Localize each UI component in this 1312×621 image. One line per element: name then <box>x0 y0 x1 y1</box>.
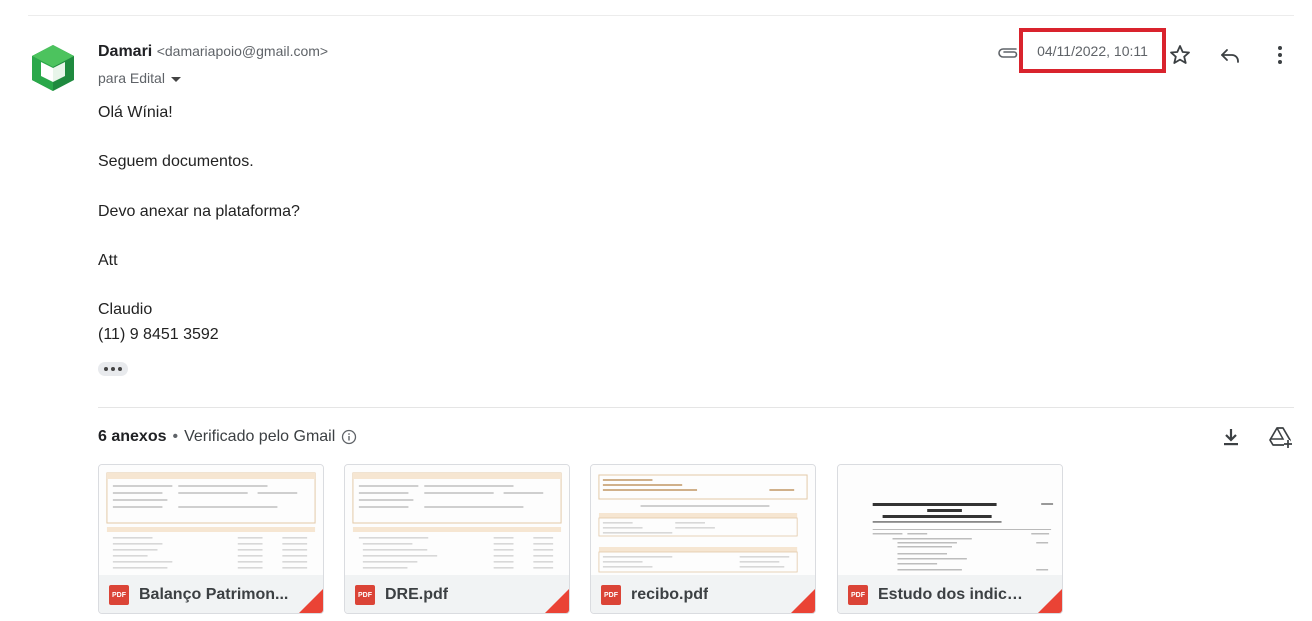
page-fold-icon <box>1038 589 1062 613</box>
add-to-drive-icon[interactable] <box>1268 425 1294 449</box>
signature-name: Claudio <box>98 301 153 318</box>
email-date: 04/11/2022, 10:11 <box>1037 42 1148 59</box>
body-line-2: Devo anexar na plataforma? <box>98 203 300 220</box>
star-icon[interactable] <box>1168 43 1192 67</box>
top-divider <box>28 15 1294 16</box>
attachment-thumbnail <box>838 465 1062 575</box>
attachment-card-estudo[interactable]: PDF Estudo dos indice... <box>837 464 1063 614</box>
sender-avatar-logo-icon[interactable] <box>27 42 79 94</box>
pdf-file-icon: PDF <box>848 585 868 605</box>
paperclip-icon <box>998 48 1018 58</box>
attachment-name: recibo.pdf <box>631 586 709 603</box>
attachments-count: 6 anexos <box>98 428 167 445</box>
attachment-card-recibo[interactable]: PDF recibo.pdf <box>590 464 816 614</box>
recipient-line[interactable]: para Edital <box>98 70 181 86</box>
body-line-1: Seguem documentos. <box>98 153 254 170</box>
attachment-name: DRE.pdf <box>385 586 449 603</box>
download-all-icon[interactable] <box>1220 426 1242 448</box>
pdf-file-icon: PDF <box>601 585 621 605</box>
sender-line: Damari <damariapoio@gmail.com> <box>98 43 328 61</box>
email-date-highlight: 04/11/2022, 10:11 <box>1019 28 1166 73</box>
attachment-footer: PDF recibo.pdf <box>591 575 815 613</box>
attachment-footer: PDF DRE.pdf <box>345 575 569 613</box>
attachment-card-dre[interactable]: PDF DRE.pdf <box>344 464 570 614</box>
sender-name[interactable]: Damari <box>98 43 152 60</box>
page-fold-icon <box>791 589 815 613</box>
attachment-card-balanco[interactable]: PDF Balanço Patrimon... <box>98 464 324 614</box>
attachments-header: 6 anexos • Verificado pelo Gmail <box>98 428 357 446</box>
more-vert-icon[interactable] <box>1268 43 1292 67</box>
attachments-separator: • <box>172 428 179 445</box>
info-icon[interactable] <box>341 429 357 445</box>
pdf-file-icon: PDF <box>109 585 129 605</box>
attachment-thumbnail <box>345 465 569 575</box>
attachment-thumbnail <box>591 465 815 575</box>
reply-icon[interactable] <box>1218 43 1242 67</box>
attachments-verified: Verificado pelo Gmail <box>184 428 336 445</box>
signature-phone: (11) 9 8451 3592 <box>98 326 219 343</box>
body-greeting: Olá Wínia! <box>98 104 173 121</box>
chevron-down-icon[interactable] <box>170 76 181 82</box>
pdf-file-icon: PDF <box>355 585 375 605</box>
attachments-divider <box>98 407 1294 408</box>
attachment-thumbnail <box>99 465 323 575</box>
body-signoff: Att <box>98 252 118 269</box>
attachment-name: Balanço Patrimon... <box>139 586 289 603</box>
sender-email: <damariapoio@gmail.com> <box>156 43 329 59</box>
page-fold-icon <box>545 589 569 613</box>
page-fold-icon <box>299 589 323 613</box>
recipient-label: para Edital <box>98 70 165 86</box>
attachment-name: Estudo dos indice... <box>878 586 1028 603</box>
show-trimmed-content-button[interactable] <box>98 362 128 376</box>
attachment-footer: PDF Estudo dos indice... <box>838 575 1062 613</box>
attachment-footer: PDF Balanço Patrimon... <box>99 575 323 613</box>
